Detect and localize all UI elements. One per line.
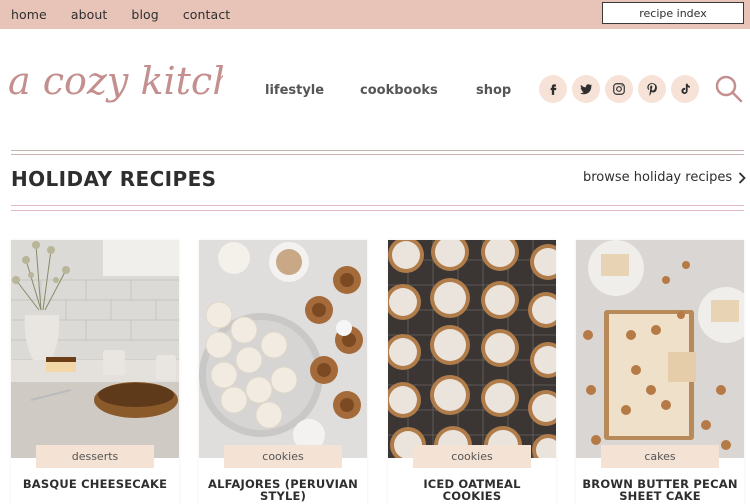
recipe-title[interactable]: BROWN BUTTER PECAN SHEET CAKE — [580, 478, 740, 502]
nav-about-link[interactable]: about — [71, 7, 108, 22]
recipe-photo — [576, 240, 744, 458]
nav-home-link[interactable]: home — [11, 7, 47, 22]
category-badge[interactable]: cookies — [224, 445, 342, 468]
site-logo[interactable]: a cozy kitchen — [8, 52, 223, 122]
pinterest-link[interactable] — [638, 75, 666, 103]
recipe-index-button[interactable]: recipe index — [602, 2, 744, 24]
nav-shop-link[interactable]: shop — [476, 83, 511, 98]
recipe-card-iced-oatmeal-cookies[interactable]: cookies ICED OATMEAL COOKIES — [388, 240, 556, 504]
nav-contact-link[interactable]: contact — [183, 7, 230, 22]
nav-lifestyle-link[interactable]: lifestyle — [265, 83, 324, 98]
recipe-photo — [199, 240, 367, 458]
category-badge[interactable]: cookies — [413, 445, 531, 468]
search-icon[interactable] — [714, 74, 744, 104]
instagram-link[interactable] — [605, 75, 633, 103]
section-bottom-rule — [11, 205, 744, 206]
social-links — [539, 75, 704, 103]
section-bottom-rule-2 — [11, 210, 744, 211]
section-title: HOLIDAY RECIPES — [11, 167, 217, 191]
recipe-card-basque-cheesecake[interactable]: desserts BASQUE CHEESECAKE — [11, 240, 179, 504]
twitter-icon — [580, 84, 592, 95]
section-top-rule — [11, 150, 744, 151]
chevron-right-icon — [738, 171, 746, 184]
recipe-title[interactable]: ALFAJORES (PERUVIAN STYLE) — [203, 478, 363, 502]
category-badge[interactable]: cakes — [601, 445, 719, 468]
nav-blog-link[interactable]: blog — [131, 7, 158, 22]
top-bar: home about blog contact recipe index — [0, 0, 750, 29]
recipe-title[interactable]: ICED OATMEAL COOKIES — [392, 478, 552, 502]
top-nav: home about blog contact — [11, 0, 254, 29]
category-badge[interactable]: desserts — [36, 445, 154, 468]
recipe-photo — [388, 240, 556, 458]
browse-holiday-link[interactable]: browse holiday recipes — [583, 170, 746, 185]
tiktok-link[interactable] — [671, 75, 699, 103]
facebook-link[interactable] — [539, 75, 567, 103]
browse-link-label: browse holiday recipes — [583, 170, 733, 185]
twitter-link[interactable] — [572, 75, 600, 103]
instagram-icon — [613, 83, 625, 95]
logo-text: a cozy kitchen — [8, 59, 223, 103]
recipe-title[interactable]: BASQUE CHEESECAKE — [15, 478, 175, 490]
recipe-card-alfajores[interactable]: cookies ALFAJORES (PERUVIAN STYLE) — [199, 240, 367, 504]
recipe-card-brown-butter-pecan-sheet-cake[interactable]: cakes BROWN BUTTER PECAN SHEET CAKE — [576, 240, 744, 504]
recipe-photo — [11, 240, 179, 458]
nav-cookbooks-link[interactable]: cookbooks — [360, 83, 438, 98]
facebook-icon — [550, 84, 557, 95]
pinterest-icon — [647, 83, 657, 96]
tiktok-icon — [681, 83, 690, 94]
section-top-rule-2 — [11, 154, 744, 155]
